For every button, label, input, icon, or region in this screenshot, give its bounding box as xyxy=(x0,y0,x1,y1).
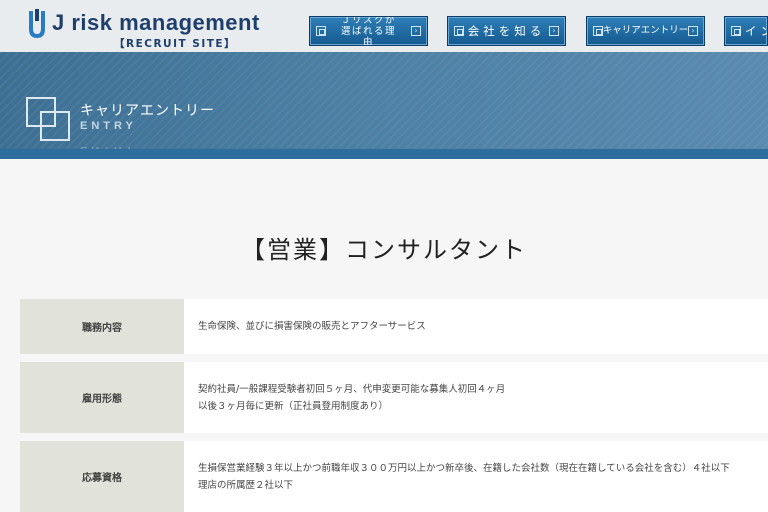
logo-text: J risk management xyxy=(52,10,260,35)
info-row-duties: 職務内容 生命保険、並びに損害保険の販売とアフターサービス xyxy=(20,299,768,354)
info-row-requirements: 応募資格 生損保営業経験３年以上かつ前職年収３００万円以上かつ新卒後、在籍した会… xyxy=(20,441,768,512)
nav-more-button[interactable]: イン xyxy=(724,16,768,46)
nav-company-button[interactable]: 会社を知る › xyxy=(447,16,566,46)
page-banner: キャリアエントリー ENTRY ENTRY xyxy=(0,52,768,159)
row-label: 職務内容 xyxy=(20,299,184,354)
row-value: 契約社員/一般課程受験者初回５ヶ月、代申変更可能な募集人初回４ヶ月 以後３ヶ月毎… xyxy=(198,362,768,433)
info-row-employment: 雇用形態 契約社員/一般課程受験者初回５ヶ月、代申変更可能な募集人初回４ヶ月 以… xyxy=(20,362,768,433)
banner-stripe xyxy=(0,149,768,159)
nav-box-icon xyxy=(731,26,741,36)
row-line: 理店の所属歴２社以下 xyxy=(198,479,294,491)
row-value: 生損保営業経験３年以上かつ前職年収３００万円以上かつ新卒後、在籍した会社数（現在… xyxy=(198,441,768,512)
nav-box-icon xyxy=(454,26,464,36)
site-logo[interactable]: J risk management 【RECRUIT SITE】 xyxy=(28,9,260,51)
nav-box-icon xyxy=(593,26,603,36)
squares-icon xyxy=(26,97,70,141)
row-line: 契約社員/一般課程受験者初回５ヶ月、代申変更可能な募集人初回４ヶ月 xyxy=(198,383,506,395)
nav-box-icon xyxy=(316,26,326,36)
row-label: 応募資格 xyxy=(20,441,184,512)
arrow-box-icon: › xyxy=(688,26,698,36)
site-header: J risk management 【RECRUIT SITE】 Ｊリスクが選ば… xyxy=(0,0,768,52)
arrow-box-icon: › xyxy=(549,26,559,36)
banner-title: キャリアエントリー xyxy=(80,103,215,119)
logo-subtitle: 【RECRUIT SITE】 xyxy=(114,38,237,50)
banner-subtitle: ENTRY xyxy=(80,120,137,132)
row-label: 雇用形態 xyxy=(20,362,184,433)
row-line: 生命保険、並びに損害保険の販売とアフターサービス xyxy=(198,321,426,332)
page-title: 【営業】コンサルタント xyxy=(241,236,527,264)
row-line: 以後３ヶ月毎に更新（正社員登用制度あり） xyxy=(198,400,389,412)
nav-entry-button[interactable]: キャリアエントリー › xyxy=(586,16,705,46)
row-line: 生損保営業経験３年以上かつ前職年収３００万円以上かつ新卒後、在籍した会社数（現在… xyxy=(198,462,730,474)
nav-reasons-button[interactable]: Ｊリスクが選ばれる理由 › xyxy=(309,16,428,46)
row-value: 生命保険、並びに損害保険の販売とアフターサービス xyxy=(198,299,768,354)
arrow-box-icon: › xyxy=(411,26,421,36)
nav-label: Ｊリスクが選ばれる理由 xyxy=(340,16,396,46)
nav-label: キャリアエントリー xyxy=(602,25,689,36)
nav-label: 会社を知る xyxy=(467,24,546,38)
logo-mark-icon xyxy=(29,9,45,39)
